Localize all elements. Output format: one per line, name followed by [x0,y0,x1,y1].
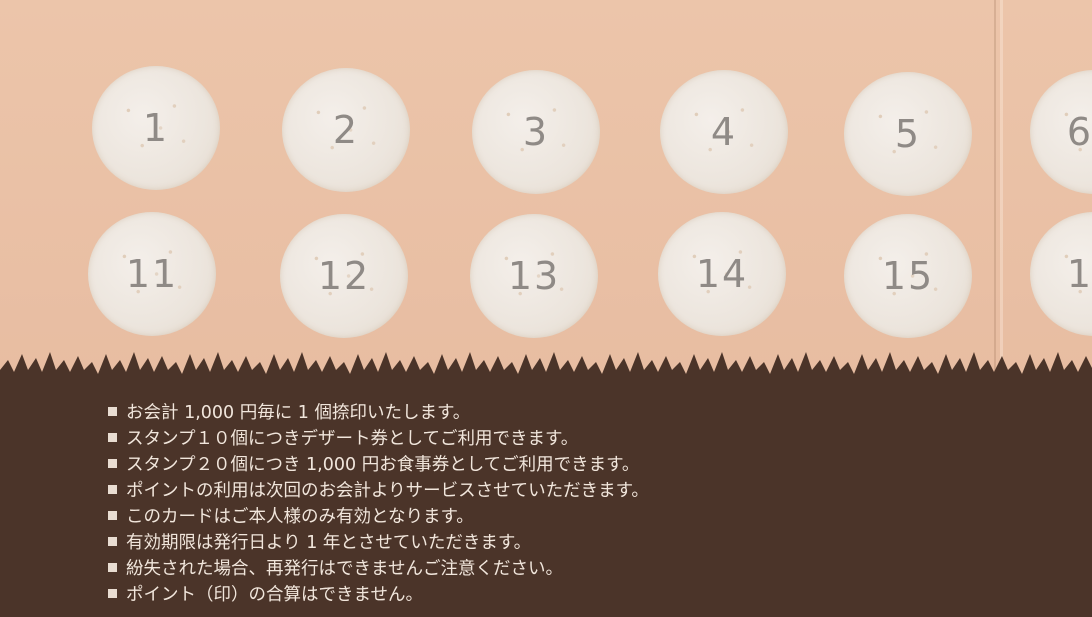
stamp-number-3: 3 [522,110,550,154]
stamp-circle-15: 15 [844,214,972,338]
note-item: スタンプ１０個につきデザート券としてご利用できます。 [108,424,649,450]
stamp-circle-16-partial: 1 [1030,212,1092,336]
stamp-circle-3: 3 [472,70,600,194]
stamp-number-2: 2 [332,108,360,152]
stamp-circle-2: 2 [282,68,410,192]
stamp-circle-4: 4 [660,70,788,194]
stamp-number-13: 13 [507,254,561,298]
stamp-card: 1 2 3 4 5 6 11 12 13 14 15 1 お会計 1,000 円… [0,0,1092,617]
stamp-number-16-partial: 1 [1066,252,1092,296]
grass-edge-decoration [0,352,1092,388]
note-text: スタンプ１０個につきデザート券としてご利用できます。 [126,428,579,449]
note-text: ポイントの利用は次回のお会計よりサービスさせていただきます。 [126,480,649,501]
note-item: スタンプ２０個につき 1,000 円お食事券としてご利用できます。 [108,450,649,476]
note-text: ポイント（印）の合算はできません。 [126,584,423,605]
note-item: ポイントの利用は次回のお会計よりサービスさせていただきます。 [108,476,649,502]
square-bullet-icon [108,588,117,598]
square-bullet-icon [108,536,117,546]
stamp-number-1: 1 [142,106,170,150]
stamp-number-15: 15 [881,254,935,298]
stamp-circle-14: 14 [658,212,786,336]
square-bullet-icon [108,458,117,468]
stamp-number-6: 6 [1066,110,1092,154]
notes-list: お会計 1,000 円毎に 1 個捺印いたします。 スタンプ１０個につきデザート… [108,398,649,606]
square-bullet-icon [108,562,117,572]
square-bullet-icon [108,484,117,494]
stamp-circle-12: 12 [280,214,408,338]
note-text: 有効期限は発行日より 1 年とさせていただきます。 [126,532,532,553]
note-text: 紛失された場合、再発行はできませんご注意ください。 [126,558,563,579]
note-item: お会計 1,000 円毎に 1 個捺印いたします。 [108,398,649,424]
stamp-number-14: 14 [695,252,749,296]
stamp-number-12: 12 [317,254,371,298]
note-text: スタンプ２０個につき 1,000 円お食事券としてご利用できます。 [126,454,640,475]
note-item: 有効期限は発行日より 1 年とさせていただきます。 [108,528,649,554]
note-item: ポイント（印）の合算はできません。 [108,580,649,606]
stamp-number-5: 5 [894,112,922,156]
stamp-circle-6: 6 [1030,70,1092,194]
note-text: お会計 1,000 円毎に 1 個捺印いたします。 [126,402,471,423]
note-text: このカードはご本人様のみ有効となります。 [126,506,474,527]
square-bullet-icon [108,406,117,416]
stamp-circle-1: 1 [92,66,220,190]
note-item: このカードはご本人様のみ有効となります。 [108,502,649,528]
stamp-circle-5: 5 [844,72,972,196]
square-bullet-icon [108,510,117,520]
note-item: 紛失された場合、再発行はできませんご注意ください。 [108,554,649,580]
stamp-circle-13: 13 [470,214,598,338]
square-bullet-icon [108,432,117,442]
stamp-number-4: 4 [710,110,738,154]
stamp-number-11: 11 [125,252,179,296]
stamp-circle-11: 11 [88,212,216,336]
